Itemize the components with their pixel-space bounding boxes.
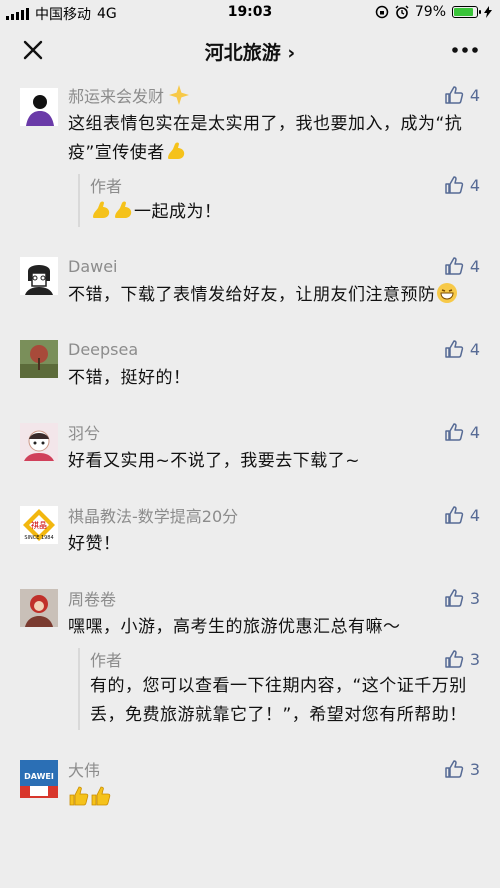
orientation-lock-icon: [375, 5, 389, 19]
avatar[interactable]: DAWEI: [20, 760, 58, 798]
avatar[interactable]: [20, 340, 58, 378]
like-button[interactable]: 4: [444, 422, 480, 442]
thumbs-up-icon: [445, 589, 463, 607]
grinning-face-emoji: [436, 283, 457, 303]
like-count: 4: [469, 85, 480, 105]
flexed-biceps-emoji: [115, 201, 132, 218]
like-count: 3: [469, 588, 480, 608]
comment-item: 祺晶 SINCE 1984 祺晶教法-数学提高20分 4 好赞！: [0, 488, 500, 571]
like-count: 4: [469, 256, 480, 276]
author-reply: 作者 4 一起成为！: [78, 174, 480, 227]
avatar[interactable]: [20, 88, 58, 126]
page-title[interactable]: 河北旅游 ›: [0, 38, 500, 65]
thumbs-up-icon: [445, 340, 463, 358]
reply-author-name: 作者: [90, 651, 123, 670]
like-button[interactable]: 3: [444, 588, 480, 608]
like-button[interactable]: 4: [444, 256, 480, 276]
comment-text-content: 不错，下载了表情发给好友，让朋友们注意预防: [68, 285, 436, 305]
comment-item: 周卷卷 3 嘿嘿，小游，高考生的旅游优惠汇总有嘛～ 作者 3 有的，您可以查看一…: [0, 571, 500, 742]
comment-text: 不错，挺好的！: [68, 368, 191, 388]
thumbs-up-icon: [445, 650, 463, 668]
thumbs-up-emoji: [91, 786, 111, 806]
commenter-name: 周卷卷: [68, 590, 117, 609]
author-reply: 作者 3 有的，您可以查看一下往期内容，“这个证千万别丢，免费旅游就靠它了！”，…: [78, 648, 480, 730]
comment-text: 这组表情包实在是太实用了，我也要加入，成为“抗疫”宣传使者: [68, 110, 480, 168]
like-count: 4: [469, 422, 480, 442]
battery-icon: [452, 6, 481, 18]
comment-text: 好赞！: [68, 534, 121, 554]
like-button[interactable]: 4: [444, 85, 480, 105]
status-right: 79%: [375, 4, 492, 20]
like-button[interactable]: 4: [444, 339, 480, 359]
like-count: 4: [469, 505, 480, 525]
like-button[interactable]: 4: [444, 175, 480, 195]
status-bar: 中国移动 4G 19:03 79%: [0, 0, 500, 24]
thumbs-up-icon: [445, 423, 463, 441]
avatar[interactable]: [20, 589, 58, 627]
alarm-icon: [395, 5, 409, 19]
flexed-biceps-emoji: [93, 201, 110, 218]
commenter-name: Deepsea: [68, 339, 139, 359]
like-button[interactable]: 3: [444, 649, 480, 669]
flexed-biceps-emoji: [167, 142, 185, 159]
comment-list[interactable]: 郝运来会发财 4 这组表情包实在是太实用了，我也要加入，成为“抗疫”宣传使者 作…: [0, 76, 500, 888]
comment-item: 羽兮 4 好看又实用~不说了，我要去下载了~: [0, 405, 500, 488]
like-count: 3: [469, 759, 480, 779]
battery-percent: 79%: [414, 4, 446, 20]
charging-icon: [484, 6, 492, 18]
reply-author-name: 作者: [90, 177, 123, 196]
thumbs-up-icon: [445, 257, 463, 275]
comment-item: Dawei 4 不错，下载了表情发给好友，让朋友们注意预防: [0, 239, 500, 322]
reply-text: 有的，您可以查看一下往期内容，“这个证千万别丢，免费旅游就靠它了！”，希望对您有…: [90, 676, 467, 725]
like-count: 4: [469, 175, 480, 195]
comment-item: Deepsea 4 不错，挺好的！: [0, 322, 500, 405]
avatar-logo-text: 祺晶: [31, 521, 47, 530]
avatar-logo-subtext: SINCE 1984: [24, 535, 54, 541]
like-count: 4: [469, 339, 480, 359]
like-button[interactable]: 3: [444, 759, 480, 779]
commenter-name-text: 郝运来会发财: [68, 87, 165, 106]
thumbs-up-icon: [445, 760, 463, 778]
reply-text: 一起成为！: [90, 198, 480, 227]
thumbs-up-icon: [445, 86, 463, 104]
more-icon[interactable]: [450, 37, 480, 63]
avatar[interactable]: [20, 423, 58, 461]
comment-text: 好看又实用~不说了，我要去下载了~: [68, 451, 360, 471]
comment-text: 不错，下载了表情发给好友，让朋友们注意预防: [68, 281, 480, 310]
comment-item: 郝运来会发财 4 这组表情包实在是太实用了，我也要加入，成为“抗疫”宣传使者 作…: [0, 76, 500, 239]
like-count: 3: [469, 649, 480, 669]
avatar-logo-text: DAWEI: [24, 772, 54, 781]
comment-text-content: 这组表情包实在是太实用了，我也要加入，成为“抗疫”宣传使者: [68, 114, 463, 163]
thumbs-up-emoji: [69, 786, 89, 806]
comment-item: DAWEI 大伟 3: [0, 742, 500, 825]
avatar[interactable]: [20, 257, 58, 295]
commenter-name: 祺晶教法-数学提高20分: [68, 507, 239, 526]
thumbs-up-icon: [445, 506, 463, 524]
avatar[interactable]: 祺晶 SINCE 1984: [20, 506, 58, 544]
reply-text-content: 一起成为！: [134, 202, 222, 222]
sparkle-icon: [169, 85, 190, 105]
commenter-name: 大伟: [68, 761, 101, 780]
comment-text: [68, 784, 480, 813]
commenter-name: 羽兮: [68, 424, 101, 443]
thumbs-up-icon: [445, 176, 463, 194]
comment-text: 嘿嘿，小游，高考生的旅游优惠汇总有嘛～: [68, 617, 401, 637]
like-button[interactable]: 4: [444, 505, 480, 525]
commenter-name: Dawei: [68, 256, 118, 276]
nav-bar: 河北旅游 ›: [0, 24, 500, 76]
commenter-name: 郝运来会发财: [68, 83, 190, 107]
